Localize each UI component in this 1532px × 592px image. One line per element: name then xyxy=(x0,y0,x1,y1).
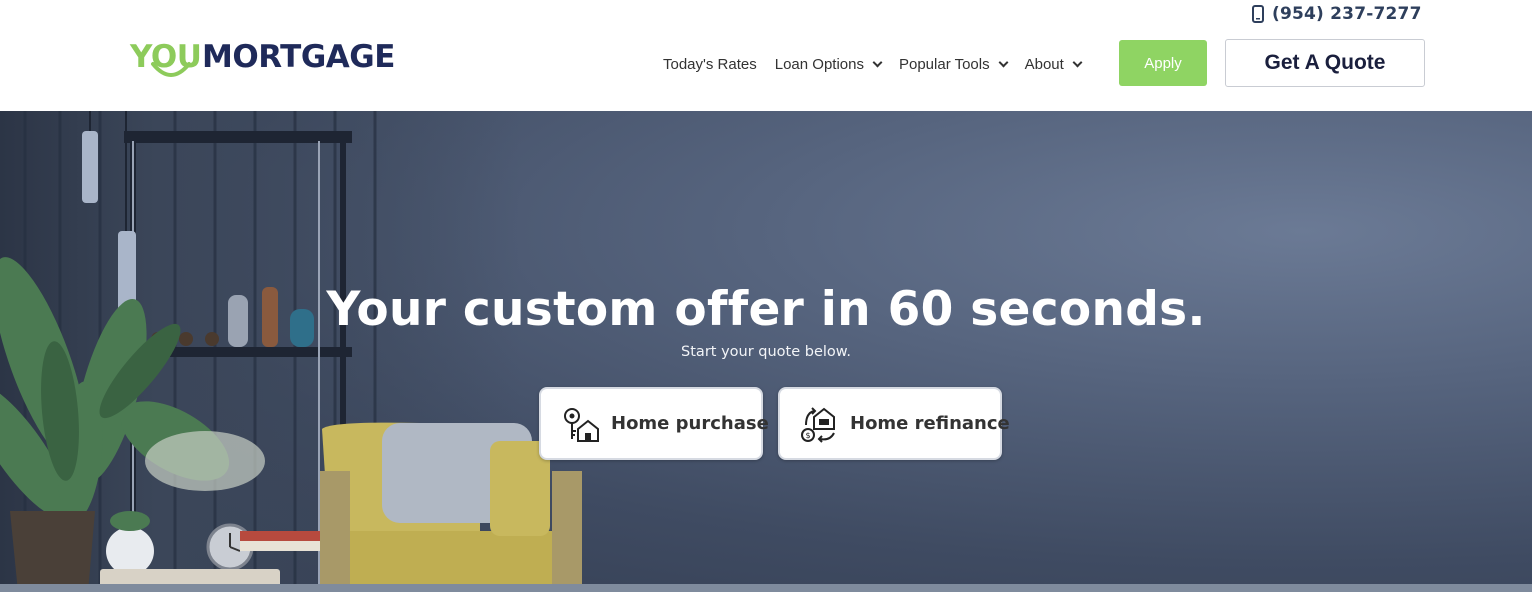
nav-popular-tools-label: Popular Tools xyxy=(898,55,990,73)
logo[interactable]: YOU MORTGAGE xyxy=(130,38,395,84)
nav-todays-rates[interactable]: Today's Rates xyxy=(663,56,757,73)
nav-about-label: About xyxy=(1024,55,1064,73)
phone-number: (954) 237-7277 xyxy=(1272,4,1422,24)
chevron-down-icon xyxy=(998,57,1009,67)
hero-section: Your custom offer in 60 seconds. Start y… xyxy=(0,111,1532,592)
site-header: (954) 237-7277 YOU MORTGAGE Today's Rate… xyxy=(0,0,1532,111)
chevron-down-icon xyxy=(1072,57,1083,67)
home-refinance-button[interactable]: $ Home refinance xyxy=(778,387,1010,460)
logo-smile-icon xyxy=(151,62,191,77)
floor-strip xyxy=(0,584,1532,592)
nav-loan-options-label: Loan Options xyxy=(774,55,864,73)
hero-subtitle: Start your quote below. xyxy=(681,344,851,360)
main-nav: Today's Rates Loan Options Popular Tools… xyxy=(663,52,1099,76)
logo-text-mortgage: MORTGAGE xyxy=(202,39,395,75)
apply-button[interactable]: Apply xyxy=(1119,40,1207,86)
nav-todays-rates-label: Today's Rates xyxy=(663,55,757,73)
get-quote-button[interactable]: Get A Quote xyxy=(1225,39,1425,87)
home-refinance-label: Home refinance xyxy=(850,413,1010,434)
refinance-house-icon: $ xyxy=(800,404,838,444)
keys-house-icon xyxy=(561,404,599,444)
nav-about[interactable]: About xyxy=(1024,55,1083,73)
nav-loan-options[interactable]: Loan Options xyxy=(774,55,883,73)
home-purchase-button[interactable]: Home purchase xyxy=(539,387,769,460)
hero-title: Your custom offer in 60 seconds. xyxy=(326,282,1206,337)
svg-text:$: $ xyxy=(805,431,810,440)
chevron-down-icon xyxy=(872,57,883,67)
home-purchase-label: Home purchase xyxy=(611,413,769,434)
nav-popular-tools[interactable]: Popular Tools xyxy=(898,55,1009,73)
phone-icon xyxy=(1252,5,1264,23)
phone-link[interactable]: (954) 237-7277 xyxy=(1252,4,1422,24)
